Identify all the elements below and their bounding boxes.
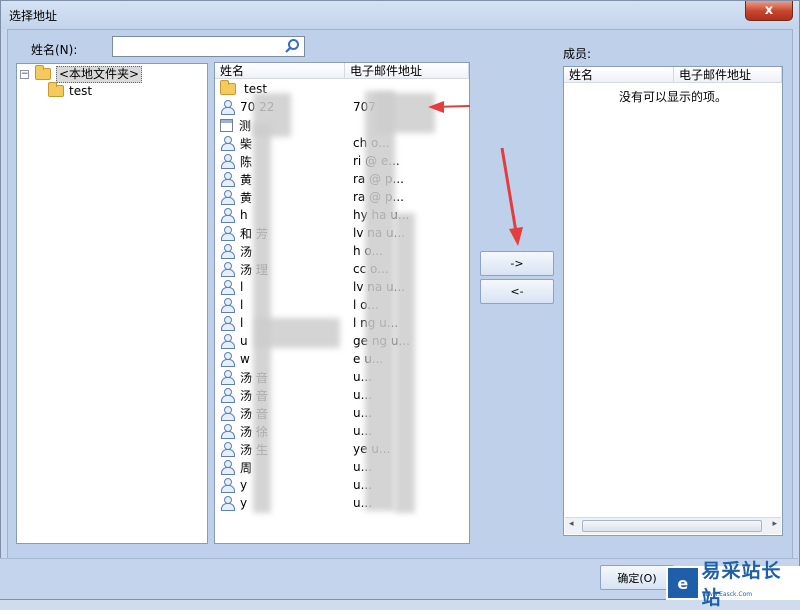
contact-icon [220,424,235,439]
contact-icon [220,316,235,331]
contact-icon [220,262,235,277]
column-header-email[interactable]: 电子邮件地址 [674,67,782,82]
folder-icon [220,80,236,95]
contact-icon [220,100,235,115]
redaction-blur [255,318,340,348]
contact-icon [220,334,235,349]
window-title: 选择地址 [9,9,58,23]
folder-icon [48,82,64,97]
add-to-members-button[interactable]: -> [480,251,554,276]
tree-node-local-folder[interactable]: − <本地文件夹> [20,65,143,83]
contact-icon [220,226,235,241]
contact-icon [220,298,235,313]
contact-icon [220,280,235,295]
name-search-label: 姓名(N): [31,43,78,57]
ok-button[interactable]: 确定(O) [600,565,674,590]
watermark-e-icon: e [668,568,698,598]
contact-icon [220,244,235,259]
tree-node-test[interactable]: test [48,82,92,100]
contact-icon [220,460,235,475]
members-list-header: 姓名 电子邮件地址 [564,67,782,83]
collapse-toggle[interactable]: − [20,69,29,79]
contact-icon [220,352,235,367]
members-list-panel[interactable]: 姓名 电子邮件地址 没有可以显示的项。 [563,66,783,536]
search-icon[interactable] [284,38,301,55]
contact-icon [220,406,235,421]
name-search-input[interactable] [115,38,280,55]
watermark-url: Www.Easck.Com [702,591,753,598]
scroll-right-icon[interactable]: ▸ [772,519,777,529]
redaction-blur [365,91,395,511]
tree-node-label[interactable]: <本地文件夹> [56,65,143,83]
address-list-header: 姓名 电子邮件地址 [215,63,469,79]
contact-icon [220,478,235,493]
calendar-icon [220,118,233,132]
contact-icon [220,154,235,169]
redaction-blur [375,93,435,133]
folder-tree-panel: − <本地文件夹> test [16,63,208,544]
contact-icon [220,388,235,403]
scrollbar-thumb[interactable] [582,520,762,532]
contact-icon [220,370,235,385]
scroll-left-icon[interactable]: ◂ [569,519,574,529]
remove-from-members-button[interactable]: <- [480,279,554,304]
contact-icon [220,442,235,457]
column-header-name[interactable]: 姓名 [215,63,345,78]
watermark-text: 易采站长站 [701,560,782,609]
column-header-name[interactable]: 姓名 [564,67,674,82]
title-bar: 选择地址 x [1,1,799,29]
close-button[interactable]: x [745,1,793,21]
folder-icon [35,65,51,80]
contact-icon [220,208,235,223]
contact-icon [220,172,235,187]
address-list-panel: 姓名 电子邮件地址 test70 22707测柴ch o...陈ri @ e..… [214,62,470,544]
empty-list-message: 没有可以显示的项。 [618,90,727,104]
redaction-blur [395,213,415,513]
tree-node-label: test [69,84,93,98]
watermark-logo: e 易采站长站 Www.Easck.Com [666,560,800,609]
contact-icon [220,190,235,205]
members-label: 成员: [563,47,592,61]
members-horizontal-scrollbar[interactable]: ◂ ▸ [565,517,781,534]
contact-icon [220,136,235,151]
column-header-email[interactable]: 电子邮件地址 [345,63,469,78]
contact-icon [220,496,235,511]
name-search-field[interactable] [112,36,305,57]
